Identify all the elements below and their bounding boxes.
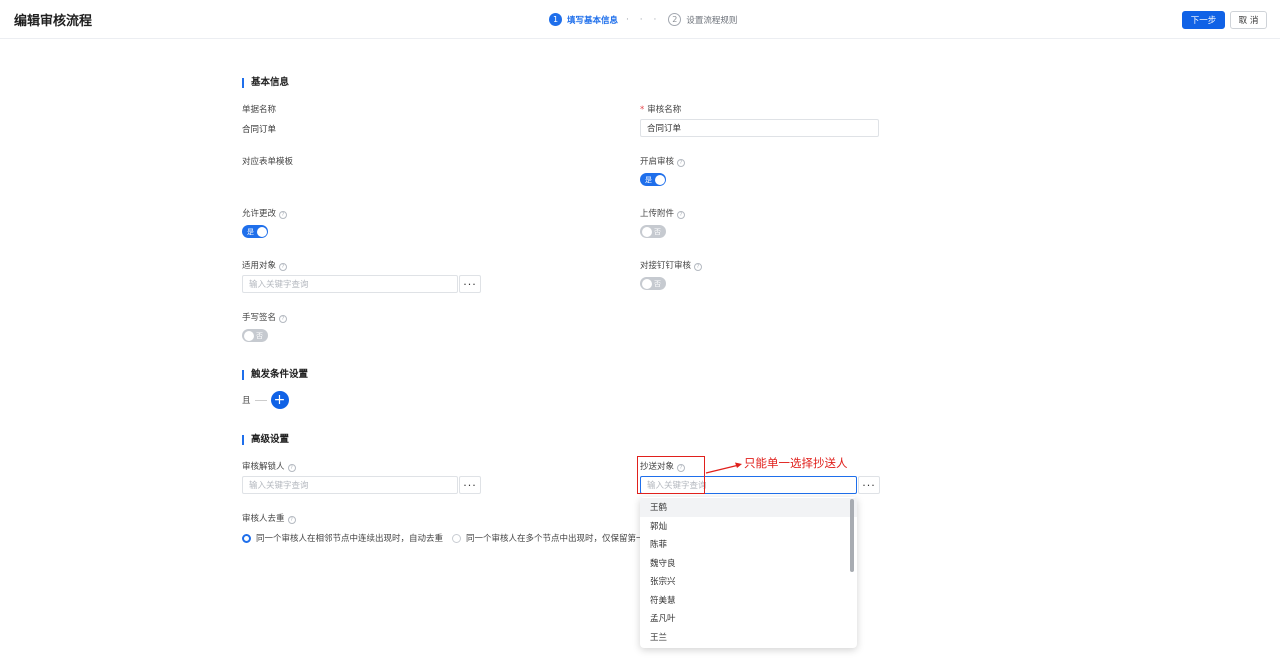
section-title-advanced: 高级设置 (242, 435, 289, 445)
toggle-knob (256, 226, 267, 237)
add-condition-button[interactable]: + (270, 391, 289, 409)
step-2-number[interactable]: 2 (668, 13, 682, 26)
doc-name-label: 单据名称 (242, 105, 277, 115)
list-item[interactable]: 符美慧 (640, 591, 857, 610)
step-separator: · · · (626, 14, 661, 25)
upload-attach-toggle[interactable]: 否 (640, 225, 666, 238)
step-1-label[interactable]: 填写基本信息 (567, 14, 618, 26)
cc-dropdown-list: 王鹤 郭灿 陈菲 魏守良 张宗兴 符美慧 孟凡叶 王兰 (640, 497, 857, 648)
applicable-more-button[interactable]: ··· (459, 275, 481, 293)
toggle-knob (243, 330, 254, 341)
help-icon[interactable]: ? (677, 211, 686, 219)
unlock-label-text: 审核解锁人 (242, 462, 285, 472)
toggle-text: 否 (654, 227, 661, 236)
step-indicator: 1 填写基本信息 · · · 2 设置流程规则 (549, 13, 737, 26)
review-name-input[interactable]: 合同订单 (640, 119, 879, 137)
cc-more-button[interactable]: ··· (858, 476, 880, 494)
applicable-label-text: 适用对象 (242, 261, 277, 271)
section-title-basic: 基本信息 (242, 78, 289, 88)
toggle-text: 是 (645, 175, 652, 184)
toggle-text: 是 (247, 227, 254, 236)
doc-name-value: 合同订单 (242, 125, 277, 135)
annotation-arrow-icon (705, 462, 742, 474)
dedupe-label: 审核人去重? (242, 512, 296, 524)
list-item[interactable]: 魏守良 (640, 554, 857, 573)
toggle-knob (641, 278, 652, 289)
connector-line (254, 399, 267, 401)
allow-change-label-text: 允许更改 (242, 209, 277, 219)
help-icon[interactable]: ? (279, 211, 288, 219)
signature-label: 手写签名? (242, 311, 288, 323)
list-item[interactable]: 孟凡叶 (640, 609, 857, 628)
radio-keep-first[interactable] (452, 533, 462, 543)
dropdown-scrollbar[interactable] (850, 499, 854, 572)
dingtalk-toggle[interactable]: 否 (640, 277, 666, 290)
toggle-knob (654, 174, 665, 185)
section-title-trigger: 触发条件设置 (242, 370, 308, 380)
review-name-label: * 审核名称 (640, 103, 681, 115)
allow-change-toggle[interactable]: 是 (242, 225, 268, 238)
unlock-label: 审核解锁人? (242, 460, 296, 472)
review-name-label-text: 审核名称 (647, 105, 682, 115)
list-item[interactable]: 王鹤 (640, 498, 857, 517)
enable-review-label: 开启审核? (640, 155, 686, 167)
list-item[interactable]: 王兰 (640, 628, 857, 647)
help-icon[interactable]: ? (279, 315, 288, 323)
allow-change-label: 允许更改? (242, 207, 288, 219)
form-template-label: 对应表单模板 (242, 157, 294, 167)
page-header: 编辑审核流程 1 填写基本信息 · · · 2 设置流程规则 下一步 取 消 (0, 0, 1280, 39)
list-item[interactable]: 陈菲 (640, 535, 857, 554)
list-item[interactable]: 郭灿 (640, 517, 857, 536)
page-title: 编辑审核流程 (14, 14, 93, 29)
enable-review-toggle[interactable]: 是 (640, 173, 666, 186)
help-icon[interactable]: ? (287, 464, 296, 472)
signature-toggle[interactable]: 否 (242, 329, 268, 342)
toggle-knob (641, 226, 652, 237)
dingtalk-label-text: 对接钉钉审核 (640, 261, 692, 271)
applicable-label: 适用对象? (242, 259, 288, 271)
radio-keep-first-label[interactable]: 同一个审核人在多个节点中出现时，仅保留第一个 (466, 532, 653, 544)
next-step-button[interactable]: 下一步 (1182, 11, 1225, 29)
annotation-highlight-box (637, 456, 705, 494)
dingtalk-label: 对接钉钉审核? (640, 259, 703, 271)
applicable-search-input[interactable]: 输入关键字查询 (242, 275, 458, 293)
step-2-label[interactable]: 设置流程规则 (686, 14, 737, 26)
list-item[interactable]: 张宗兴 (640, 572, 857, 591)
dedupe-radio-group: 同一个审核人在相邻节点中连续出现时，自动去重 同一个审核人在多个节点中出现时，仅… (242, 532, 662, 544)
help-icon[interactable]: ? (287, 516, 296, 524)
help-icon[interactable]: ? (279, 263, 288, 271)
enable-review-label-text: 开启审核 (640, 157, 675, 167)
unlock-search-input[interactable]: 输入关键字查询 (242, 476, 458, 494)
radio-adjacent-label[interactable]: 同一个审核人在相邻节点中连续出现时，自动去重 (256, 532, 443, 544)
cancel-button[interactable]: 取 消 (1230, 11, 1267, 29)
upload-attach-label-text: 上传附件 (640, 209, 675, 219)
signature-label-text: 手写签名 (242, 313, 277, 323)
annotation-text: 只能单一选择抄送人 (744, 456, 848, 470)
radio-adjacent-dedupe[interactable] (242, 533, 251, 543)
toggle-text: 否 (256, 331, 263, 340)
required-mark: * (640, 105, 645, 115)
upload-attach-label: 上传附件? (640, 207, 686, 219)
dedupe-label-text: 审核人去重 (242, 514, 285, 524)
and-label: 且 (242, 396, 251, 406)
help-icon[interactable]: ? (677, 159, 686, 167)
trigger-condition-row: 且 + (242, 391, 289, 409)
unlock-more-button[interactable]: ··· (459, 476, 481, 494)
help-icon[interactable]: ? (694, 263, 703, 271)
toggle-text: 否 (654, 279, 661, 288)
step-1-number[interactable]: 1 (549, 13, 562, 26)
